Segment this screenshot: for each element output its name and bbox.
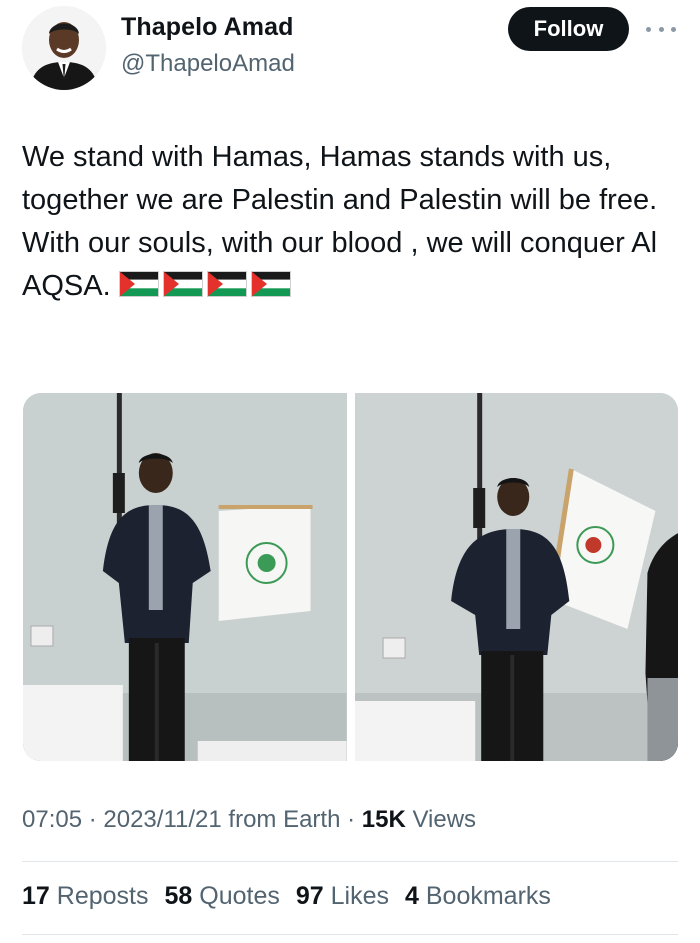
bookmarks-stat[interactable]: 4 Bookmarks — [405, 882, 551, 911]
tweet-text: We stand with Hamas, Hamas stands with u… — [22, 136, 682, 308]
more-dot — [671, 26, 676, 32]
photo-right[interactable] — [354, 393, 678, 761]
meta-separator: · — [82, 806, 104, 833]
tweet-meta: 07:05 · 2023/11/21 from Earth · 15K View… — [22, 806, 476, 834]
author-name[interactable]: Thapelo Amad — [121, 13, 294, 42]
reposts-stat[interactable]: 17 Reposts — [22, 882, 148, 911]
quotes-stat[interactable]: 58 Quotes — [164, 882, 279, 911]
palestine-flag-icon — [118, 271, 159, 297]
views-label: Views — [405, 806, 477, 833]
quotes-count: 58 — [164, 882, 193, 910]
more-options-icon[interactable] — [646, 16, 676, 42]
tweet-time[interactable]: 07:05 — [22, 806, 82, 833]
divider — [22, 934, 678, 935]
likes-count: 97 — [295, 882, 324, 910]
palestine-flag-icon — [162, 271, 203, 297]
engagement-stats: 17 Reposts 58 Quotes 97 Likes 4 Bookmark… — [22, 882, 551, 911]
quotes-label: Quotes — [199, 882, 280, 910]
author-handle[interactable]: @ThapeloAmad — [121, 50, 295, 78]
tweet-card: Thapelo Amad @ThapeloAmad Follow We stan… — [0, 0, 700, 943]
tweet-line-2-text: With our souls, with our blood , we will… — [22, 227, 658, 302]
meta-separator: · — [340, 806, 362, 833]
tweet-date[interactable]: 2023/11/21 — [103, 806, 221, 833]
tweet-media — [23, 393, 678, 761]
follow-button[interactable]: Follow — [508, 7, 629, 51]
likes-label: Likes — [330, 882, 389, 910]
more-dot — [658, 26, 664, 32]
flag-emoji-group — [118, 271, 291, 297]
palestine-flag-icon — [206, 271, 247, 297]
tweet-line-2: With our souls, with our blood , we will… — [22, 222, 682, 308]
tweet-source: from Earth — [221, 806, 341, 833]
bookmarks-label: Bookmarks — [425, 882, 551, 910]
divider — [22, 861, 678, 862]
tweet-line-1: We stand with Hamas, Hamas stands with u… — [22, 141, 658, 216]
views-count: 15K — [361, 806, 406, 833]
reposts-count: 17 — [22, 882, 50, 910]
photo-left[interactable] — [23, 393, 347, 761]
avatar[interactable] — [22, 6, 106, 90]
palestine-flag-icon — [250, 271, 291, 297]
more-dot — [646, 26, 651, 32]
likes-stat[interactable]: 97 Likes — [296, 882, 389, 911]
reposts-label: Reposts — [56, 882, 149, 910]
bookmarks-count: 4 — [405, 882, 419, 910]
